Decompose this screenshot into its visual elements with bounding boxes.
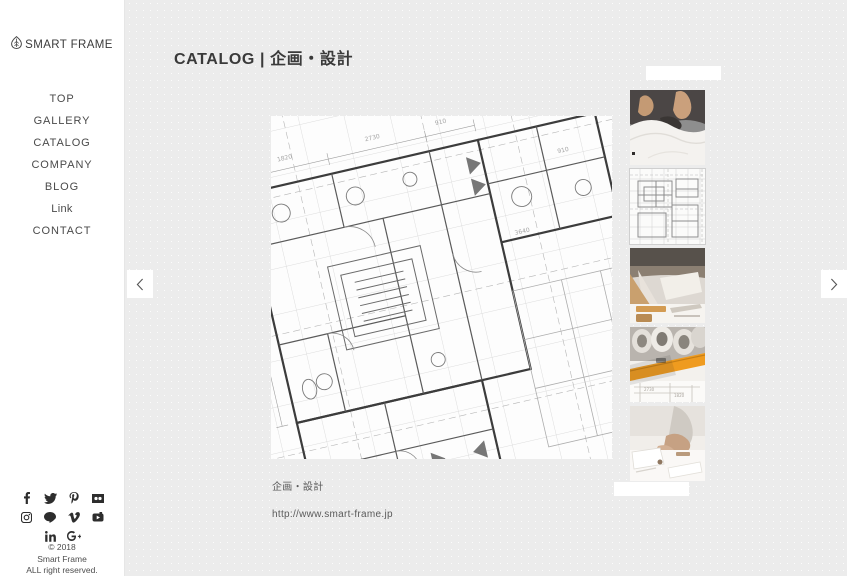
sidebar-item-link[interactable]: Link — [0, 198, 124, 220]
copyright-line-1: © 2018 — [48, 542, 76, 552]
vimeo-icon[interactable] — [62, 510, 86, 524]
sidebar-nav: TOP GALLERY CATALOG COMPANY BLOG Link CO… — [0, 88, 124, 242]
previous-slide-button[interactable] — [127, 270, 153, 298]
thumbnails-scroll-up-button[interactable] — [646, 66, 721, 80]
linkedin-icon[interactable] — [38, 529, 62, 543]
sidebar: SMART FRAME TOP GALLERY CATALOG COMPANY … — [0, 0, 125, 576]
thumbnail-rail: 2730 1820 — [629, 90, 706, 490]
thumbnail-desk-work[interactable] — [630, 406, 705, 481]
caption-url-link[interactable]: http://www.smart-frame.jp — [272, 509, 393, 520]
featured-image[interactable]: 1820 2730 910 1365 2275 1820 1820 1365 3… — [271, 116, 612, 459]
pinterest-icon[interactable] — [62, 491, 86, 505]
copyright: © 2018 Smart Frame ALL right reserved. — [0, 542, 124, 576]
svg-text:1820: 1820 — [674, 393, 685, 398]
leaf-flame-logo-icon — [11, 35, 23, 54]
copyright-line-2: Smart Frame — [37, 553, 87, 564]
copyright-line-3: ALL right reserved. — [26, 565, 98, 575]
sidebar-item-blog[interactable]: BLOG — [0, 176, 124, 198]
sidebar-item-catalog[interactable]: CATALOG — [0, 132, 124, 154]
twitter-icon[interactable] — [38, 491, 62, 505]
sidebar-item-contact[interactable]: CONTACT — [0, 220, 124, 242]
next-slide-button[interactable] — [821, 270, 847, 298]
blueprint-drawing-icon: 1820 2730 910 1365 2275 1820 1820 1365 3… — [271, 116, 612, 459]
facebook-icon[interactable] — [14, 491, 38, 505]
page-root: SMART FRAME TOP GALLERY CATALOG COMPANY … — [0, 0, 847, 576]
image-caption-title: 企画・設計 — [272, 482, 324, 493]
chevron-left-icon — [136, 278, 144, 291]
sidebar-item-company[interactable]: COMPANY — [0, 154, 124, 176]
thumbnails-scroll-down-button[interactable] — [614, 482, 689, 496]
sidebar-item-gallery[interactable]: GALLERY — [0, 110, 124, 132]
sidebar-item-top[interactable]: TOP — [0, 88, 124, 110]
thumbnail-drafting-desk[interactable] — [630, 248, 705, 323]
social-links — [14, 491, 110, 543]
chevron-right-icon — [830, 278, 838, 291]
svg-text:2730: 2730 — [644, 387, 655, 392]
instagram-icon[interactable] — [14, 510, 38, 524]
googleplus-icon[interactable] — [62, 529, 86, 543]
image-caption-url[interactable]: http://www.smart-frame.jp — [272, 509, 393, 520]
thumbnail-floor-plan[interactable] — [629, 168, 706, 245]
thumbnail-model-making[interactable] — [630, 90, 705, 165]
brand-logo[interactable]: SMART FRAME — [0, 35, 124, 54]
flickr-icon[interactable] — [86, 491, 110, 505]
thumbnail-rolled-plans[interactable]: 2730 1820 — [630, 327, 705, 402]
brand-name: SMART FRAME — [25, 39, 113, 51]
youtube-icon[interactable] — [86, 510, 110, 524]
line-icon[interactable] — [38, 510, 62, 524]
page-title: CATALOG | 企画・設計 — [174, 51, 354, 68]
